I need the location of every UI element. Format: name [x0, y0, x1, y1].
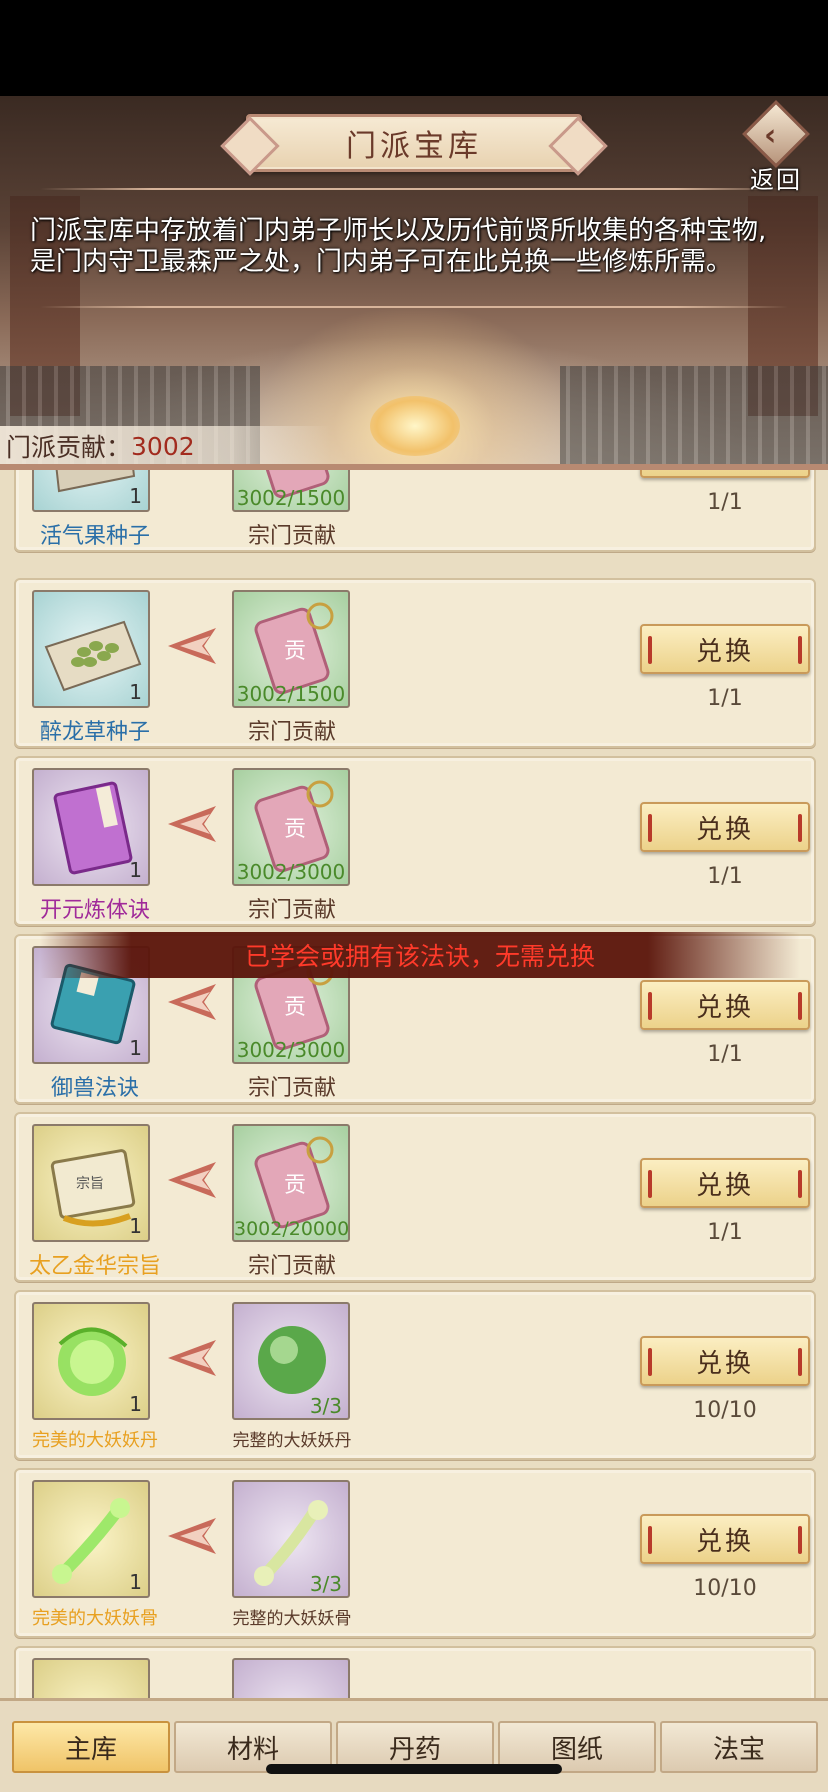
exchange-row: 1 3/3 完美的大妖妖丹 完整的大妖妖丹 兑换 10/10 [14, 1290, 816, 1460]
exchange-row: 1 贡 3002/3000 开元炼体诀 宗门贡献 兑换 1/1 [14, 756, 816, 926]
cost-item-slot[interactable]: 3002/1500 [232, 470, 350, 512]
exchange-arrow-icon [168, 1340, 216, 1376]
reward-item-name: 御兽法诀 [50, 1076, 139, 1101]
cost-item-slot[interactable]: 贡 3002/1500 [232, 590, 350, 708]
exchange-row: 1 贡 3002/1500 醉龙草种子 宗门贡献 兑换 1/1 [14, 578, 816, 748]
cost-item-name: 宗门贡献 [247, 1076, 336, 1101]
category-tabbar: 主库 材料 丹药 图纸 法宝 [0, 1698, 828, 1792]
cost-progress: 3002/3000 [236, 860, 346, 884]
divider [40, 188, 788, 190]
exchange-button[interactable]: 兑换 [640, 1336, 810, 1386]
cost-item-slot[interactable] [232, 1658, 350, 1698]
item-count: 1 [129, 680, 142, 704]
exchange-row [14, 1646, 816, 1698]
reward-item-name: 活气果种子 [39, 524, 150, 549]
item-count: 1 [129, 858, 142, 882]
divider [40, 306, 788, 308]
exchange-button[interactable]: 兑换 [640, 1514, 810, 1564]
item-count: 1 [129, 1214, 142, 1238]
cost-item-slot[interactable]: 贡 3002/20000 [232, 1124, 350, 1242]
contribution-label: 门派贡献： [6, 433, 132, 462]
item-count: 1 [129, 1570, 142, 1594]
exchange-limit: 1/1 [707, 686, 743, 711]
cost-item-name: 宗门贡献 [247, 898, 336, 923]
exchange-list[interactable]: 1 3002/1500 活气果种子 宗门贡献 兑换 1/1 1 贡 3002/1… [0, 470, 828, 1698]
cost-item-name: 完整的大妖妖丹 [232, 1431, 352, 1451]
page-title: 门派宝库 [346, 129, 482, 164]
reward-item-slot[interactable]: 1 [32, 1302, 150, 1420]
description-line: 是门内守卫最森严之处，门内弟子可在此兑换一些修炼所需。 [30, 247, 733, 277]
cost-progress: 3002/1500 [236, 486, 346, 510]
banner-shelf [560, 366, 828, 468]
cost-progress: 3002/3000 [236, 1038, 346, 1062]
contribution-display: 门派贡献： 3002 [0, 426, 330, 466]
contribution-value: 3002 [131, 431, 195, 461]
exchange-button[interactable]: 兑换 [640, 624, 810, 674]
svg-text:贡: 贡 [284, 817, 306, 842]
cost-item-name: 完整的大妖妖骨 [232, 1609, 352, 1629]
exchange-button[interactable]: 兑换 [640, 980, 810, 1030]
exchange-limit: 10/10 [693, 1398, 757, 1423]
item-count: 1 [129, 1392, 142, 1416]
exchange-arrow-icon [168, 806, 216, 842]
reward-item-slot[interactable]: 1 [32, 590, 150, 708]
exchange-button[interactable]: 兑换 [640, 1158, 810, 1208]
exchange-limit: 1/1 [707, 1042, 743, 1067]
description-line: 门派宝库中存放着门内弟子师长以及历代前贤所收集的各种宝物, [30, 216, 767, 246]
title-plaque: 门派宝库 [246, 114, 582, 172]
exchange-arrow-icon [168, 1162, 216, 1198]
status-bar [0, 0, 828, 96]
exchange-arrow-icon [166, 470, 226, 472]
item-count: 1 [129, 484, 142, 508]
vault-banner: 门派宝库 ‹ 返回 门派宝库中存放着门内弟子师长以及历代前贤所收集的各种宝物, … [0, 96, 828, 468]
altar-glow [370, 396, 460, 456]
vault-description: 门派宝库中存放着门内弟子师长以及历代前贤所收集的各种宝物, 是门内守卫最森严之处… [30, 216, 820, 278]
reward-item-name: 完美的大妖妖骨 [32, 1608, 158, 1629]
svg-text:贡: 贡 [284, 1173, 306, 1198]
cost-item-slot[interactable]: 贡 3002/3000 [232, 768, 350, 886]
exchange-button[interactable]: 兑换 [640, 470, 810, 478]
exchange-limit: 10/10 [693, 1576, 757, 1601]
exchange-row: 1 3002/1500 活气果种子 宗门贡献 兑换 1/1 [14, 470, 816, 552]
cost-item-name: 宗门贡献 [247, 524, 336, 549]
reward-item-slot[interactable] [32, 1658, 150, 1698]
cost-item-slot[interactable]: 3/3 [232, 1480, 350, 1598]
cost-item-slot[interactable]: 3/3 [232, 1302, 350, 1420]
back-button[interactable]: ‹ 返回 [738, 100, 814, 194]
cost-item-name: 宗门贡献 [247, 1254, 336, 1279]
back-arrow-icon: ‹ [764, 118, 777, 153]
exchange-limit: 1/1 [707, 490, 743, 515]
svg-text:贡: 贡 [284, 995, 306, 1020]
cost-item-name: 宗门贡献 [247, 720, 336, 745]
tab-treasures[interactable]: 法宝 [660, 1721, 818, 1773]
home-indicator[interactable] [266, 1764, 562, 1774]
exchange-button[interactable]: 兑换 [640, 802, 810, 852]
back-label: 返回 [750, 166, 802, 194]
reward-item-slot[interactable]: 1 [32, 1480, 150, 1598]
exchange-arrow-icon [168, 628, 216, 664]
exchange-limit: 1/1 [707, 864, 743, 889]
cost-progress: 3/3 [309, 1572, 342, 1596]
already-learned-notice: 已学会或拥有该法诀，无需兑换 [40, 932, 800, 978]
exchange-row: 宗旨 1 贡 3002/20000 太乙金华宗旨 宗门贡献 兑换 1/1 [14, 1112, 816, 1282]
reward-item-name: 完美的大妖妖丹 [32, 1430, 158, 1451]
reward-item-slot[interactable]: 1 [32, 768, 150, 886]
cost-progress: 3/3 [309, 1394, 342, 1418]
banner-border [0, 464, 828, 470]
reward-item-slot[interactable]: 1 [32, 470, 150, 512]
reward-item-name: 开元炼体诀 [39, 898, 150, 923]
item-count: 1 [129, 1036, 142, 1060]
cost-progress: 3002/1500 [236, 682, 346, 706]
reward-item-slot[interactable]: 宗旨 1 [32, 1124, 150, 1242]
svg-text:宗旨: 宗旨 [76, 1176, 104, 1192]
exchange-limit: 1/1 [707, 1220, 743, 1245]
svg-text:贡: 贡 [284, 639, 306, 664]
cost-progress: 3002/20000 [234, 1218, 350, 1240]
reward-item-name: 醉龙草种子 [39, 720, 150, 745]
reward-item-name: 太乙金华宗旨 [28, 1254, 161, 1279]
exchange-arrow-icon [168, 984, 216, 1020]
exchange-arrow-icon [168, 1518, 216, 1554]
exchange-row: 1 3/3 完美的大妖妖骨 完整的大妖妖骨 兑换 10/10 [14, 1468, 816, 1638]
tab-main-vault[interactable]: 主库 [12, 1721, 170, 1773]
